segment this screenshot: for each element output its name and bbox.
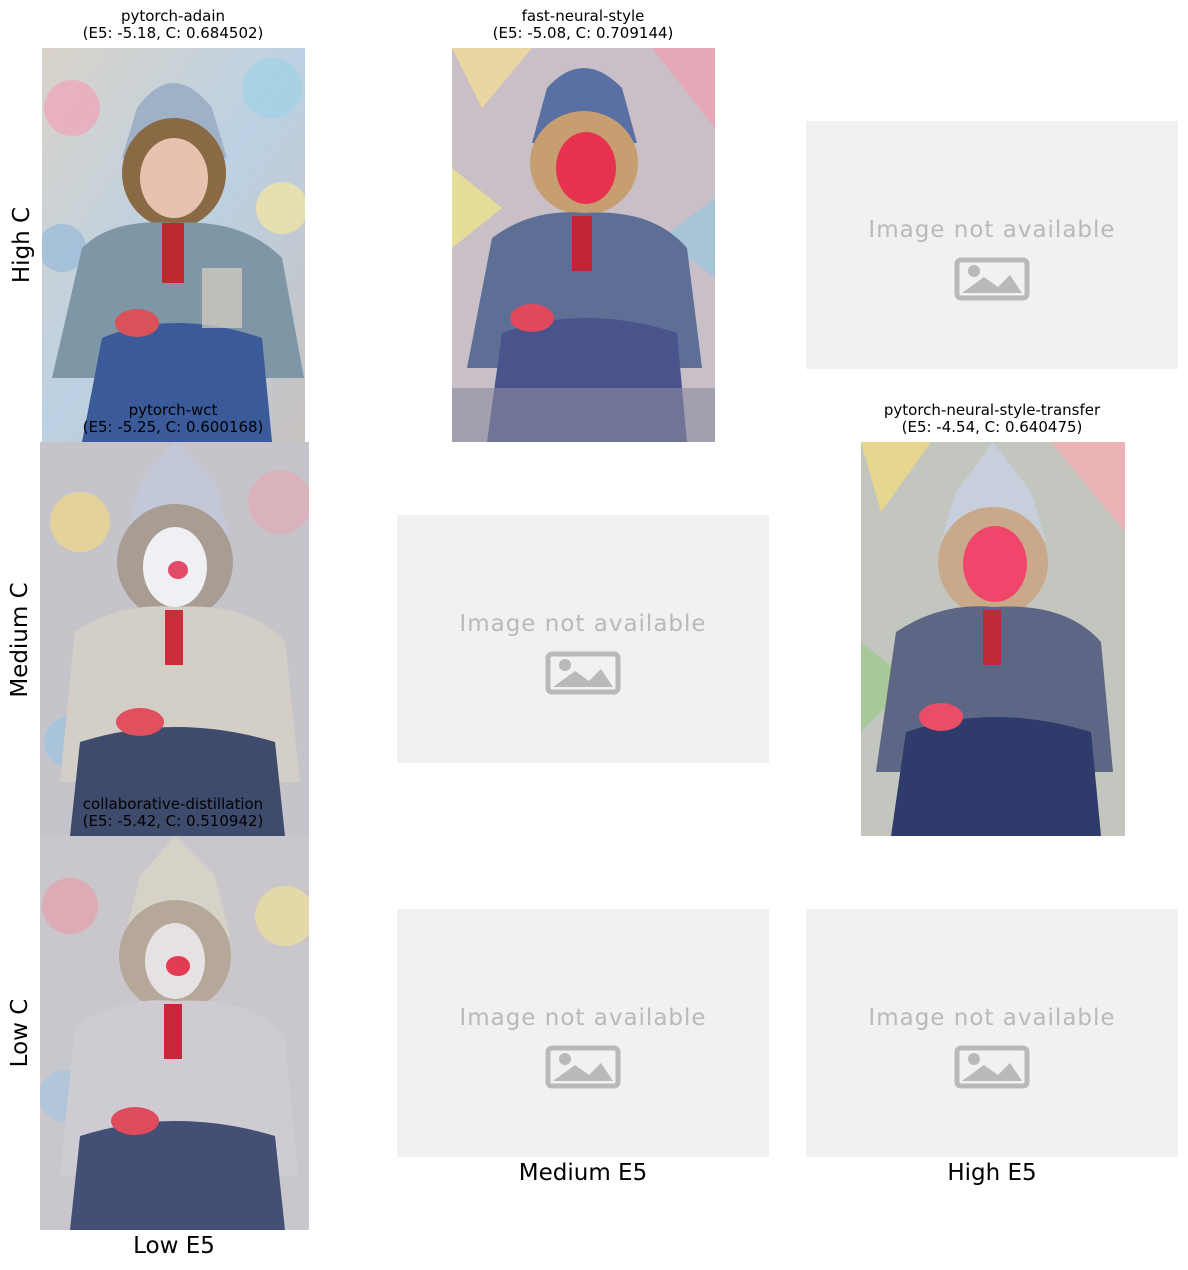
panel-title-pytorch-adain: pytorch-adain (E5: -5.18, C: 0.684502) bbox=[82, 7, 264, 42]
stylized-image-pytorch-neural-style-transfer bbox=[861, 442, 1125, 836]
col-label-high-e5: High E5 bbox=[947, 1160, 1037, 1186]
image-unavailable-placeholder: Image not available bbox=[806, 121, 1178, 369]
stylized-image-pytorch-wct bbox=[40, 442, 309, 836]
panel-title-pytorch-neural-style-transfer: pytorch-neural-style-transfer (E5: -4.54… bbox=[883, 401, 1101, 436]
panel-title-fast-neural-style: fast-neural-style (E5: -5.08, C: 0.70914… bbox=[492, 7, 674, 42]
image-unavailable-placeholder: Image not available bbox=[806, 909, 1178, 1157]
panel-title-pytorch-wct: pytorch-wct (E5: -5.25, C: 0.600168) bbox=[82, 401, 264, 436]
col-label-medium-e5: Medium E5 bbox=[518, 1160, 648, 1186]
row-label-high-c: High C bbox=[9, 206, 35, 284]
panel-title-collaborative-distillation: collaborative-distillation (E5: -5.42, C… bbox=[82, 795, 264, 830]
image-icon bbox=[954, 257, 1030, 305]
row-label-medium-c: Medium C bbox=[7, 582, 33, 698]
image-icon bbox=[545, 651, 621, 699]
row-label-low-c: Low C bbox=[7, 998, 33, 1068]
stylized-image-collaborative-distillation bbox=[40, 836, 309, 1230]
image-unavailable-placeholder: Image not available bbox=[397, 909, 769, 1157]
image-icon bbox=[545, 1045, 621, 1093]
stylized-image-fast-neural-style bbox=[452, 48, 715, 442]
image-icon bbox=[954, 1045, 1030, 1093]
image-unavailable-placeholder: Image not available bbox=[397, 515, 769, 763]
stylized-image-pytorch-adain bbox=[42, 48, 305, 442]
col-label-low-e5: Low E5 bbox=[133, 1233, 215, 1259]
